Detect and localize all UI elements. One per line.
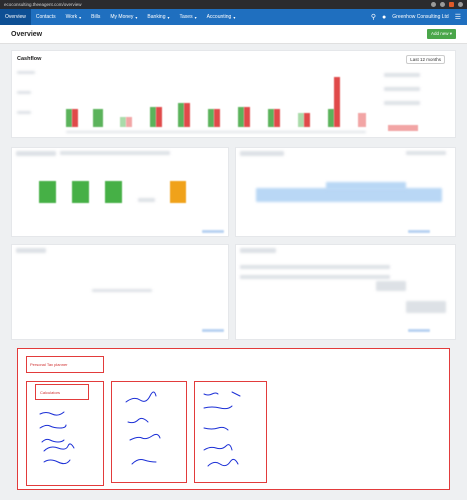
scribble-line: [39, 424, 67, 429]
scribble-line: [39, 411, 65, 416]
scribble-line: [203, 444, 233, 451]
scribble-layer: [39, 391, 241, 467]
scribble-line: [129, 433, 161, 441]
scribble-line: [231, 391, 241, 397]
scribble-line: [41, 438, 65, 443]
scribble-line: [43, 443, 75, 452]
scribble-line: [203, 426, 229, 431]
scribble-line: [127, 417, 149, 424]
scribble-line: [131, 459, 157, 465]
scribble-line: [207, 458, 239, 467]
scribble-line: [203, 405, 233, 410]
scribble-line: [203, 392, 219, 396]
scribble-line: [43, 459, 71, 465]
scribble-line: [125, 391, 157, 403]
